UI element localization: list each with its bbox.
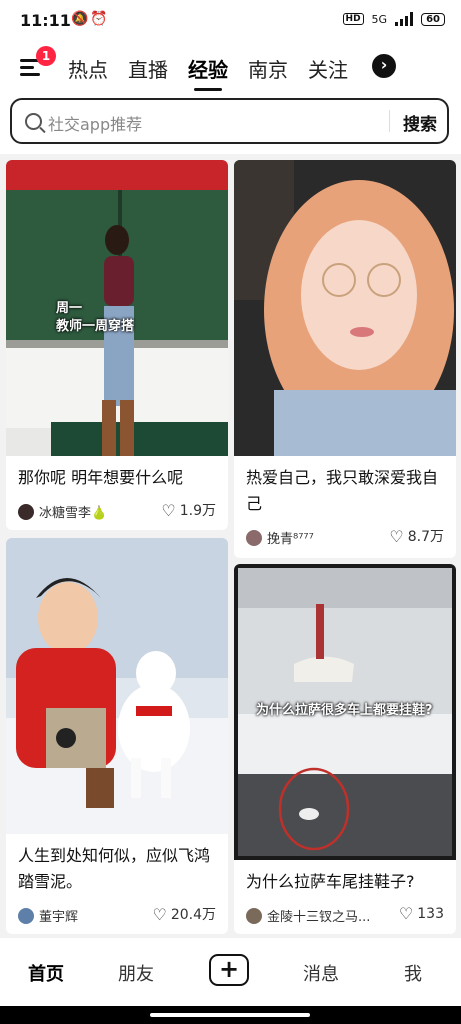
card-overlay-text: 周一 教师一周穿搭 bbox=[56, 301, 135, 334]
card-overlay-text: 为什么拉萨很多车上都要挂鞋? bbox=[256, 703, 433, 718]
avatar bbox=[18, 503, 34, 520]
hd-icon: HD bbox=[342, 13, 364, 25]
status-right: HD 5G 60 bbox=[342, 12, 445, 26]
nav-home[interactable]: 首页 bbox=[28, 960, 64, 986]
home-indicator-bar bbox=[0, 1006, 461, 1024]
feed-card[interactable]: 为什么拉萨很多车上都要挂鞋? 为什么拉萨车尾挂鞋子? 金陵十三钗之马... ♡ … bbox=[234, 564, 456, 934]
tab-hot[interactable]: 热点 bbox=[68, 54, 108, 83]
nav-friends[interactable]: 朋友 bbox=[118, 960, 154, 986]
card-author[interactable]: 金陵十三钗之马... bbox=[246, 906, 370, 925]
like-button[interactable]: ♡ 8.7万 bbox=[389, 526, 444, 546]
nav-me[interactable]: 我 bbox=[404, 960, 422, 986]
nav-messages[interactable]: 消息 bbox=[303, 960, 339, 986]
avatar bbox=[18, 907, 34, 924]
bottom-nav: 首页 朋友 + 消息 我 bbox=[0, 938, 461, 1006]
divider bbox=[389, 110, 390, 132]
like-button[interactable]: ♡ 133 bbox=[399, 904, 444, 923]
tab-experience[interactable]: 经验 bbox=[188, 54, 228, 91]
status-time: 11:11 bbox=[20, 11, 71, 30]
search-button[interactable]: 搜索 bbox=[403, 110, 437, 135]
search-icon bbox=[25, 113, 42, 130]
feed-card[interactable]: 热爱自己，我只敢深爱我自己 挽青⁸⁷⁷⁷ ♡ 8.7万 bbox=[234, 160, 456, 558]
search-bar[interactable]: 社交app推荐 搜索 bbox=[10, 98, 449, 144]
author-name: 董宇辉 bbox=[39, 910, 79, 925]
battery-icon: 60 bbox=[421, 12, 445, 26]
plus-icon[interactable]: + bbox=[209, 954, 249, 986]
card-image-snow-dog bbox=[6, 538, 228, 834]
avatar bbox=[246, 907, 262, 924]
card-author[interactable]: 冰糖雪李🍐 bbox=[18, 502, 107, 521]
card-image-portrait bbox=[234, 160, 456, 456]
author-name: 金陵十三钗之马... bbox=[267, 910, 371, 925]
home-indicator[interactable] bbox=[150, 1013, 310, 1017]
like-button[interactable]: ♡ 20.4万 bbox=[152, 904, 216, 924]
heart-icon: ♡ bbox=[398, 904, 414, 923]
status-bar: 11:11 🔕⏰ HD 5G 60 bbox=[0, 0, 461, 42]
heart-icon: ♡ bbox=[389, 526, 404, 546]
feed-card[interactable]: 人生到处知何似，应似飞鸿踏雪泥。 董宇辉 ♡ 20.4万 bbox=[6, 538, 228, 934]
card-title: 人生到处知何似，应似飞鸿踏雪泥。 bbox=[18, 846, 211, 891]
feed-card[interactable]: 周一 教师一周穿搭 那你呢 明年想要什么呢 冰糖雪李🍐 ♡ 1.9万 bbox=[6, 160, 228, 530]
network-label: 5G bbox=[371, 12, 388, 26]
author-name: 冰糖雪李🍐 bbox=[39, 506, 108, 521]
search-area: 社交app推荐 搜索 bbox=[0, 94, 461, 154]
card-author[interactable]: 挽青⁸⁷⁷⁷ bbox=[246, 528, 314, 547]
mute-alarm-icons: 🔕⏰ bbox=[71, 11, 110, 27]
heart-icon: ♡ bbox=[161, 500, 176, 520]
top-nav: 1 热点 直播 经验 南京 关注 › bbox=[0, 42, 461, 94]
tab-nanjing[interactable]: 南京 bbox=[248, 54, 288, 83]
search-input[interactable]: 社交app推荐 bbox=[48, 111, 142, 135]
like-count: 20.4万 bbox=[170, 907, 216, 923]
notification-badge: 1 bbox=[36, 46, 56, 66]
signal-icon bbox=[395, 12, 414, 26]
card-author[interactable]: 董宇辉 bbox=[18, 906, 78, 925]
tab-following[interactable]: 关注 bbox=[308, 54, 348, 83]
tab-live[interactable]: 直播 bbox=[128, 54, 168, 83]
chevron-right-icon[interactable]: › bbox=[372, 54, 396, 78]
like-count: 8.7万 bbox=[407, 529, 444, 545]
avatar bbox=[246, 529, 262, 546]
card-title: 热爱自己，我只敢深爱我自己 bbox=[246, 468, 439, 513]
like-count: 133 bbox=[417, 905, 444, 922]
heart-icon: ♡ bbox=[152, 904, 167, 924]
like-button[interactable]: ♡ 1.9万 bbox=[161, 500, 216, 520]
card-title: 那你呢 明年想要什么呢 bbox=[18, 468, 184, 487]
card-title: 为什么拉萨车尾挂鞋子? bbox=[246, 872, 415, 891]
author-name: 挽青⁸⁷⁷⁷ bbox=[267, 532, 314, 547]
like-count: 1.9万 bbox=[179, 503, 216, 519]
